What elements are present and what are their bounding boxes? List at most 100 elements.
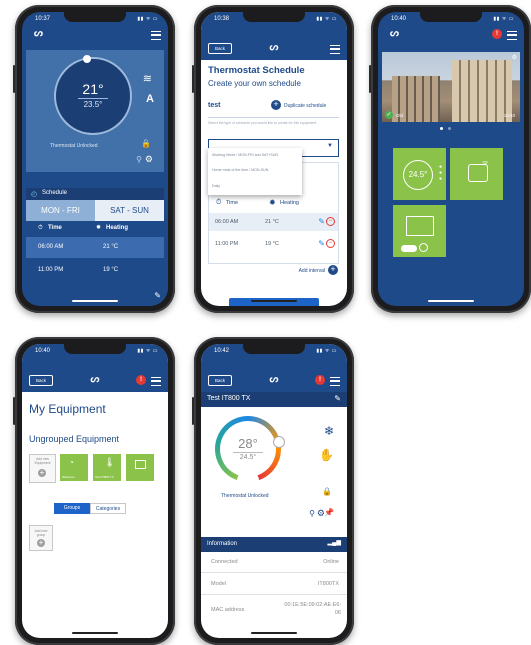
alert-badge[interactable]: ! xyxy=(136,375,146,385)
status-dots-icon: ● ● ● xyxy=(438,164,442,182)
menu-icon[interactable] xyxy=(507,31,517,40)
top-bar: ᔕ ! xyxy=(378,26,524,44)
table-row[interactable]: 06:00 AM 21 °C ✎ − xyxy=(209,213,338,231)
tab-groups[interactable]: Groups xyxy=(54,503,90,514)
logo-icon[interactable]: ᔕ xyxy=(270,43,279,53)
edit-pencil-icon[interactable]: ✎ xyxy=(318,239,325,248)
menu-icon[interactable] xyxy=(151,377,161,386)
sun-icon: ✹ xyxy=(96,225,102,231)
phone-equipment: 10:40 ▮▮ ᯤ ▭ Back ᔕ ! My Equipment Ungrou… xyxy=(13,337,175,645)
remove-icon[interactable]: − xyxy=(326,217,335,226)
row-time: 11:00 PM xyxy=(215,241,239,247)
info-row: MAC address 00:1E:5E:09:02:AE:E6:06 xyxy=(201,596,347,622)
signal-icon: ▮▮ ᯤ ▭ xyxy=(316,16,337,22)
menu-icon[interactable] xyxy=(330,45,340,54)
location-photo[interactable]: ⚙ ✓ Old 10:40 xyxy=(382,52,520,122)
pager-dot[interactable] xyxy=(448,127,451,130)
plus-circle-icon[interactable]: + xyxy=(271,100,281,110)
temperature-dial[interactable]: 21° 23.5° xyxy=(54,55,132,135)
dropdown-option[interactable]: Daily xyxy=(212,184,220,188)
device-bar: Test IT800 TX ✎ xyxy=(201,392,347,407)
schedule-title: Schedule xyxy=(42,190,68,196)
clock-icon: ◴ xyxy=(31,191,38,198)
logo-icon[interactable]: ᔕ xyxy=(270,375,279,385)
table-row[interactable]: 11:00 PM 19 °C xyxy=(26,260,164,281)
edit-pencil-icon[interactable]: ✎ xyxy=(334,394,341,403)
check-icon: ✓ xyxy=(385,111,393,119)
logo-icon[interactable]: ᔕ xyxy=(34,29,43,39)
logo-icon[interactable]: ᔕ xyxy=(390,29,399,39)
remove-icon[interactable]: − xyxy=(326,239,335,248)
controller-tile[interactable] xyxy=(393,205,446,257)
alert-badge[interactable]: ! xyxy=(492,29,502,39)
schedule-type-dropdown[interactable]: Working Week / MON-FRI and SAT+SUN Home … xyxy=(208,148,302,195)
add-group-button[interactable]: Add new group + xyxy=(29,525,53,551)
search-icon[interactable]: ⚲ xyxy=(136,155,142,164)
row-time: 11:00 PM xyxy=(38,267,64,273)
back-button[interactable]: Back xyxy=(29,375,53,386)
tab-weekend[interactable]: SAT - SUN xyxy=(95,200,164,221)
info-label: MAC address xyxy=(211,607,245,613)
set-temperature: 28° xyxy=(238,436,258,451)
current-temperature: 24.5° xyxy=(239,454,257,461)
edit-pencil-icon[interactable]: ✎ xyxy=(154,291,161,300)
snowflake-icon[interactable]: ❄ xyxy=(324,424,334,438)
table-row[interactable]: 11:00 PM 19 °C ✎ − xyxy=(209,235,338,253)
heating-waves-icon[interactable]: ≋ xyxy=(143,72,152,85)
clock: 10:40 xyxy=(391,16,407,22)
phone-schedule: 10:38 ▮▮ ᯤ ▭ Back ᔕ Thermostat Schedule C… xyxy=(192,5,354,313)
edit-pencil-icon[interactable]: ✎ xyxy=(318,217,325,226)
divider xyxy=(78,98,108,99)
equipment-tile[interactable] xyxy=(126,454,154,481)
top-bar: Back ᔕ ! xyxy=(22,372,168,390)
gear-icon[interactable]: ⚙ xyxy=(512,54,517,61)
column-time: Time xyxy=(226,200,239,206)
current-temperature: 23.5° xyxy=(83,100,103,109)
menu-icon[interactable] xyxy=(330,377,340,386)
info-row: Connected Online xyxy=(201,552,347,573)
add-interval-link[interactable]: Add interval xyxy=(299,268,325,274)
set-temperature: 21° xyxy=(82,81,104,97)
phone-device-detail: 10:42 ▮▮ ᯤ ▭ Back ᔕ ! Test IT800 TX ✎ 28°… xyxy=(192,337,354,645)
temperature-dial[interactable]: 28° 24.5° xyxy=(215,416,285,482)
table-row[interactable]: 06:00 AM 21 °C xyxy=(26,237,164,258)
add-icon[interactable]: + xyxy=(328,265,338,275)
phone-thermostat: 10:37 ▮▮ ᯤ ▭ ᔕ 21° 23.5° ≋ A Thermostat U… xyxy=(13,5,175,313)
equipment-tile[interactable]: ◔ Wiseman xyxy=(60,454,88,481)
logo-icon[interactable]: ᔕ xyxy=(91,375,100,385)
info-title: Information xyxy=(207,541,238,547)
timer-icon: ⏱ xyxy=(38,225,43,231)
info-value: Online xyxy=(323,559,339,565)
duplicate-schedule-link[interactable]: Duplicate schedule xyxy=(284,103,326,109)
back-button[interactable]: Back xyxy=(208,375,232,386)
back-button[interactable]: Back xyxy=(208,43,232,54)
thermostat-tile[interactable]: 24.5° ● ● ● xyxy=(393,148,446,200)
auto-mode-icon[interactable]: A xyxy=(146,93,154,105)
signal-icon: ▮▮ ᯤ ▭ xyxy=(316,348,337,354)
tab-weekdays[interactable]: MON - FRI xyxy=(26,200,95,221)
top-bar: Back ᔕ xyxy=(201,40,347,58)
toggle-switch[interactable] xyxy=(401,245,417,252)
hub-tile[interactable]: ᯤ xyxy=(450,148,503,200)
alert-badge[interactable]: ! xyxy=(315,375,325,385)
gear-icon[interactable]: ⚙ xyxy=(145,154,153,165)
search-icon[interactable]: ⚲ xyxy=(309,509,315,518)
pin-icon[interactable]: 📌 xyxy=(324,508,334,517)
clock: 10:37 xyxy=(35,16,51,22)
lock-status: Thermostat Unlocked xyxy=(221,493,269,499)
lock-icon[interactable]: 🔒 xyxy=(322,487,332,496)
dial-knob[interactable] xyxy=(83,55,91,63)
add-equipment-label: Add new Equipment xyxy=(34,457,51,465)
pager-dot[interactable] xyxy=(440,127,443,130)
menu-icon[interactable] xyxy=(151,31,161,40)
tab-categories[interactable]: Categories xyxy=(90,503,126,514)
add-equipment-button[interactable]: Add new Equipment + xyxy=(29,454,56,483)
hand-icon[interactable]: ✋ xyxy=(319,448,334,462)
dropdown-option[interactable]: Working Week / MON-FRI and SAT+SUN xyxy=(212,153,278,157)
dropdown-option[interactable]: Home most of the time / MON-SUN xyxy=(212,168,268,172)
screen: 10:40 ▮▮ ᯤ ▭ ᔕ ! ⚙ ✓ Old 10:40 24.5° ● ● ● … xyxy=(378,12,524,306)
row-temp: 21 °C xyxy=(265,219,279,225)
lock-icon[interactable]: 🔒 xyxy=(141,139,151,148)
plus-icon: + xyxy=(37,538,45,547)
equipment-tile[interactable]: 🌡 Test IT800 TX xyxy=(93,454,121,481)
